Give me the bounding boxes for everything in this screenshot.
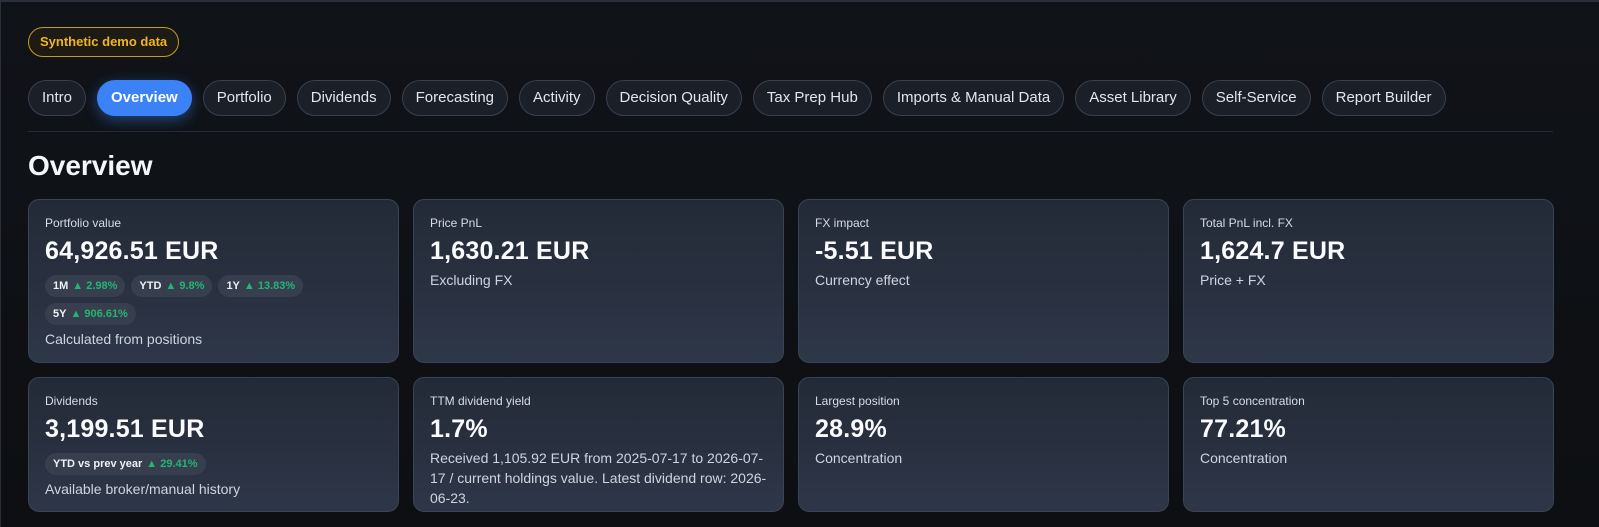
- tab-intro[interactable]: Intro: [28, 80, 87, 116]
- card-label: Total PnL incl. FX: [1200, 216, 1293, 230]
- card-value: 3,199.51 EUR: [45, 415, 205, 443]
- tab-forecasting[interactable]: Forecasting: [401, 80, 509, 116]
- tab-report-builder[interactable]: Report Builder: [1321, 80, 1446, 116]
- card-subtext: Price + FX: [1200, 272, 1266, 288]
- card-fx-impact: FX impact -5.51 EUR Currency effect: [798, 199, 1169, 363]
- card-subtext: Currency effect: [815, 272, 910, 288]
- pill-change: ▲ 2.98%: [72, 280, 118, 292]
- card-value: 1,624.7 EUR: [1200, 237, 1346, 265]
- page-title: Overview: [28, 150, 153, 181]
- perf-pill-ytd: YTD ▲ 9.8%: [131, 275, 213, 297]
- pill-change: ▲ 9.8%: [165, 280, 205, 292]
- card-price-pnl: Price PnL 1,630.21 EUR Excluding FX: [413, 199, 784, 363]
- card-dividends: Dividends 3,199.51 EUR YTD vs prev year ▲…: [28, 377, 399, 512]
- card-label: Portfolio value: [45, 216, 122, 230]
- tab-imports-manual-data[interactable]: Imports & Manual Data: [882, 80, 1065, 116]
- card-subtext: Available broker/manual history: [45, 481, 241, 497]
- card-value: 1.7%: [430, 415, 488, 443]
- card-subtext: Excluding FX: [430, 272, 513, 288]
- tab-self-service[interactable]: Self-Service: [1201, 80, 1311, 116]
- card-value: 28.9%: [815, 415, 887, 443]
- tab-portfolio[interactable]: Portfolio: [202, 80, 286, 116]
- tab-overview[interactable]: Overview: [97, 80, 192, 116]
- card-subtext: Calculated from positions: [45, 331, 203, 347]
- card-label: Dividends: [45, 394, 98, 408]
- tab-decision-quality[interactable]: Decision Quality: [605, 80, 742, 116]
- card-subtext: Concentration: [815, 450, 903, 466]
- card-value: 1,630.21 EUR: [430, 237, 590, 265]
- demo-data-badge: Synthetic demo data: [28, 27, 180, 57]
- pill-period: 1M: [53, 280, 69, 292]
- tab-activity[interactable]: Activity: [519, 80, 595, 116]
- pill-period: 1Y: [226, 280, 240, 292]
- app-frame: Synthetic demo data Intro Overview Portf…: [0, 0, 1599, 527]
- tab-tax-prep-hub[interactable]: Tax Prep Hub: [752, 80, 872, 116]
- pill-period: 5Y: [53, 308, 67, 320]
- card-portfolio-value: Portfolio value 64,926.51 EUR 1M ▲ 2.98% …: [28, 199, 399, 363]
- perf-pill-1y: 1Y ▲ 13.83%: [218, 275, 304, 297]
- card-value: 64,926.51 EUR: [45, 237, 219, 265]
- card-subtext: Received 1,105.92 EUR from 2025-07-17 to…: [430, 450, 767, 506]
- pill-change: ▲ 906.61%: [70, 308, 128, 320]
- divider: [28, 131, 1553, 132]
- card-label: Largest position: [815, 394, 900, 408]
- card-top5-concentration: Top 5 concentration 77.21% Concentration: [1183, 377, 1554, 512]
- card-value: -5.51 EUR: [815, 237, 934, 265]
- pill-change: ▲ 29.41%: [146, 458, 198, 470]
- pill-period: YTD: [139, 280, 162, 292]
- tab-asset-library[interactable]: Asset Library: [1075, 80, 1191, 116]
- card-largest-position: Largest position 28.9% Concentration: [798, 377, 1169, 512]
- card-label: FX impact: [815, 216, 870, 230]
- card-ttm-dividend-yield: TTM dividend yield 1.7% Received 1,105.9…: [413, 377, 784, 512]
- pill-change: ▲ 13.83%: [243, 280, 296, 292]
- card-label: Top 5 concentration: [1200, 394, 1305, 408]
- card-value: 77.21%: [1200, 415, 1286, 443]
- perf-pill-1m: 1M ▲ 2.98%: [45, 275, 126, 297]
- card-label: Price PnL: [430, 216, 483, 230]
- card-total-pnl: Total PnL incl. FX 1,624.7 EUR Price + F…: [1183, 199, 1554, 363]
- card-subtext: Concentration: [1200, 450, 1288, 466]
- tab-bar: Intro Overview Portfolio Dividends Forec…: [28, 80, 1446, 116]
- tab-dividends[interactable]: Dividends: [296, 80, 391, 116]
- card-label: TTM dividend yield: [430, 394, 531, 408]
- perf-pill-5y: 5Y ▲ 906.61%: [45, 303, 136, 325]
- dividend-pills: YTD vs prev year ▲ 29.41%: [45, 453, 382, 475]
- pill-ytd-vs-prev-year: YTD vs prev year ▲ 29.41%: [45, 453, 206, 475]
- pill-period: YTD vs prev year: [53, 458, 143, 470]
- performance-pills: 1M ▲ 2.98% YTD ▲ 9.8% 1Y ▲ 13.83% 5Y ▲ 906.6…: [45, 275, 382, 325]
